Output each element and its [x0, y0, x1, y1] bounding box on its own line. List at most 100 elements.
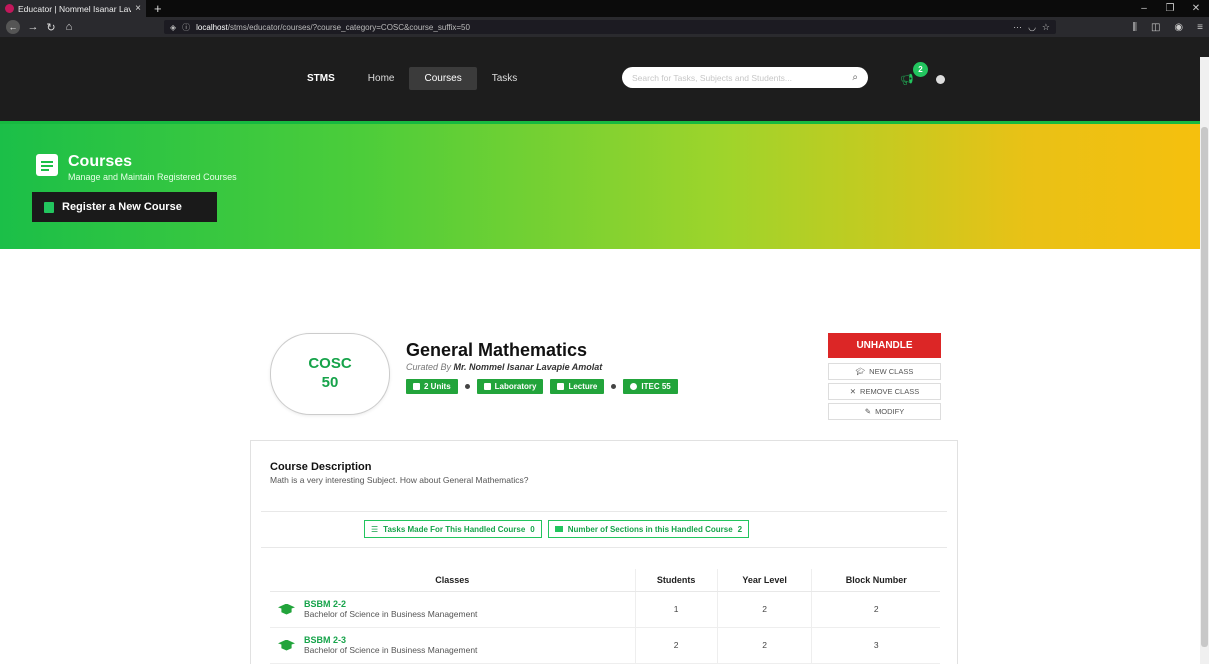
- search-icon[interactable]: ⌕: [852, 72, 858, 83]
- course-curator: Curated By Mr. Nommel Isanar Lavapie Amo…: [406, 362, 603, 372]
- col-year-level: Year Level: [717, 569, 813, 592]
- new-tab-button[interactable]: +: [154, 0, 162, 17]
- tag-prerequisite: ITEC 55: [623, 379, 678, 394]
- library-icon[interactable]: ⫼: [1132, 22, 1137, 33]
- megaphone-icon[interactable]: 📢︎: [900, 73, 914, 86]
- url-bar[interactable]: ◈ ⓘ localhost/stms/educator/courses/?cou…: [164, 20, 1056, 34]
- pocket-icon[interactable]: ◡: [1028, 22, 1036, 33]
- register-course-label: Register a New Course: [62, 201, 182, 213]
- modify-button[interactable]: ✎ MODIFY: [828, 403, 941, 420]
- tab-title: Educator | Nommel Isanar Lav...: [18, 3, 132, 14]
- shield-icon: ◈: [170, 22, 177, 32]
- edit-icon: ✎: [864, 407, 872, 416]
- hero-banner: Courses Manage and Maintain Registered C…: [0, 121, 1209, 249]
- brand-logo[interactable]: STMS: [297, 73, 353, 84]
- separator-dot: [464, 384, 470, 389]
- year-cell: 2: [717, 591, 813, 628]
- hamburger-menu-icon[interactable]: ≡: [1197, 22, 1203, 33]
- class-code[interactable]: BSBM 2-3: [304, 635, 635, 645]
- separator-dot: [611, 384, 617, 389]
- course-stats: ☰ Tasks Made For This Handled Course 0 N…: [364, 520, 750, 538]
- tag-laboratory: Laboratory: [476, 379, 544, 394]
- block-cell: 2: [811, 591, 940, 628]
- main-nav: STMS Home Courses Tasks: [297, 67, 532, 90]
- url-path: /stms/educator/courses/?course_category=…: [227, 22, 470, 32]
- briefcase-icon: [554, 526, 563, 532]
- course-details-card: Course Description Math is a very intere…: [250, 440, 958, 664]
- user-icon[interactable]: [936, 75, 945, 84]
- tag-units: 2 Units: [406, 379, 458, 394]
- search-input[interactable]: [632, 72, 853, 83]
- bookmark-star-icon[interactable]: ☆: [1042, 22, 1050, 33]
- info-icon: ⓘ: [182, 22, 191, 32]
- close-window-icon[interactable]: ✕: [1183, 0, 1209, 17]
- course-category: COSC: [308, 355, 352, 372]
- account-icon[interactable]: ◉: [1174, 22, 1183, 33]
- back-arrow-icon[interactable]: ←: [6, 20, 20, 34]
- class-program: Bachelor of Science in Business Manageme…: [304, 645, 478, 655]
- tasks-count: 0: [530, 524, 535, 534]
- col-classes: Classes: [270, 569, 636, 592]
- class-code[interactable]: BSBM 2-2: [304, 599, 635, 609]
- unhandle-button[interactable]: UNHANDLE: [828, 333, 941, 358]
- browser-tabbar: Educator | Nommel Isanar Lav... × + – ❐ …: [0, 0, 1209, 17]
- flag-icon: [483, 383, 491, 390]
- page-actions-icon[interactable]: ···: [1013, 22, 1022, 33]
- students-cell: 1: [635, 591, 718, 628]
- classes-table: Classes Students Year Level Block Number…: [270, 569, 940, 664]
- table-row[interactable]: BSBM 2-3 Bachelor of Science in Business …: [270, 627, 940, 664]
- notification-badge: 2: [913, 62, 928, 77]
- nav-tasks[interactable]: Tasks: [477, 67, 533, 90]
- minimize-icon[interactable]: –: [1131, 0, 1157, 17]
- graduation-cap-icon: [278, 639, 295, 651]
- page-subtitle: Manage and Maintain Registered Courses: [68, 172, 237, 182]
- course-actions: UNHANDLE 🎓︎ NEW CLASS ✕ REMOVE CLASS ✎ MODI…: [828, 333, 941, 423]
- book-icon: [36, 154, 58, 176]
- students-cell: 2: [635, 627, 718, 664]
- scroll-thumb[interactable]: [1201, 127, 1208, 647]
- url-host: localhost: [196, 22, 228, 32]
- sections-stat[interactable]: Number of Sections in this Handled Cours…: [547, 520, 750, 538]
- app-header: STMS Home Courses Tasks ⌕ 📢︎ 2: [0, 37, 1209, 121]
- remove-class-button[interactable]: ✕ REMOVE CLASS: [828, 383, 941, 400]
- browser-navbar: ← → ↻ ⌂ ◈ ⓘ localhost/stms/educator/cour…: [0, 17, 1209, 37]
- sidebar-icon[interactable]: ◫: [1151, 22, 1160, 33]
- description-heading: Course Description: [270, 461, 372, 473]
- tab-close-icon[interactable]: ×: [135, 3, 141, 14]
- page-scrollbar[interactable]: [1200, 57, 1209, 664]
- reload-icon[interactable]: ↻: [42, 21, 60, 34]
- toolbar-right: ⫼ ◫ ◉ ≡: [1132, 17, 1203, 37]
- course-suffix: 50: [321, 374, 339, 391]
- window-controls: – ❐ ✕: [1131, 0, 1209, 17]
- new-class-button[interactable]: 🎓︎ NEW CLASS: [828, 363, 941, 380]
- tag-lecture: Lecture: [550, 379, 605, 394]
- forward-arrow-icon[interactable]: →: [24, 21, 42, 33]
- description-text: Math is a very interesting Subject. How …: [270, 475, 529, 485]
- course-tags: 2 Units Laboratory Lecture ITEC 55: [406, 379, 678, 394]
- col-block-number: Block Number: [811, 569, 940, 592]
- tasks-stat[interactable]: ☰ Tasks Made For This Handled Course 0: [364, 520, 542, 538]
- search-box: ⌕: [622, 67, 868, 88]
- close-icon: ✕: [849, 387, 857, 396]
- favicon-icon: [5, 4, 14, 13]
- units-icon: [413, 383, 420, 390]
- table-row[interactable]: BSBM 2-2 Bachelor of Science in Business …: [270, 591, 940, 628]
- block-cell: 3: [811, 627, 940, 664]
- course-code-badge: COSC 50: [270, 333, 390, 415]
- list-icon: ☰: [371, 524, 379, 534]
- year-cell: 2: [717, 627, 813, 664]
- browser-tab[interactable]: Educator | Nommel Isanar Lav... ×: [0, 0, 146, 17]
- register-icon: [44, 201, 54, 213]
- maximize-icon[interactable]: ❐: [1157, 0, 1183, 17]
- circle-icon: [630, 383, 638, 390]
- nav-home[interactable]: Home: [353, 67, 410, 90]
- sections-count: 2: [737, 524, 743, 534]
- graduation-cap-icon: 🎓︎: [855, 367, 866, 376]
- home-icon[interactable]: ⌂: [60, 21, 78, 33]
- course-title: General Mathematics: [406, 340, 588, 360]
- register-course-button[interactable]: Register a New Course: [32, 192, 217, 222]
- nav-courses[interactable]: Courses: [409, 67, 477, 90]
- class-program: Bachelor of Science in Business Manageme…: [304, 609, 478, 619]
- graduation-cap-icon: [278, 603, 295, 615]
- col-students: Students: [635, 569, 718, 592]
